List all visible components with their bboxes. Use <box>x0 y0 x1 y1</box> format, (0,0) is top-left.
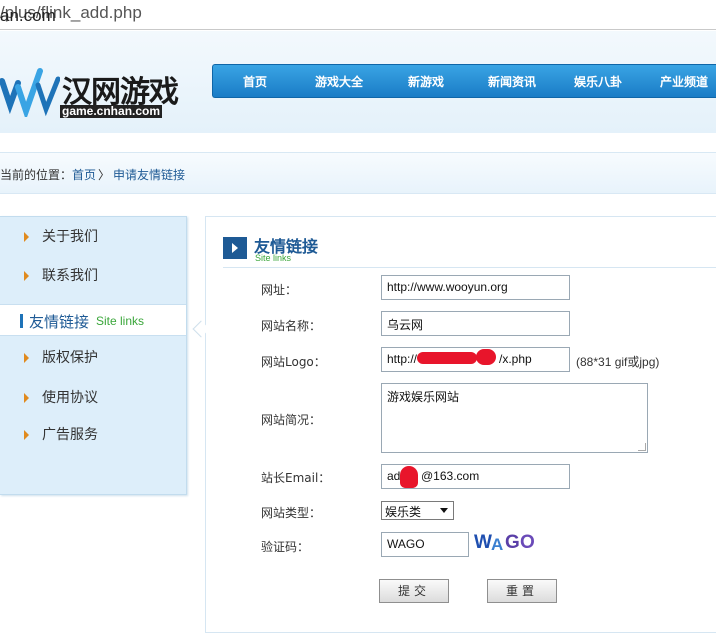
nav-item-industry[interactable]: 产业频道 <box>660 65 708 99</box>
site-header: 汉网游戏 game.cnhan.com 首页 游戏大全 新游戏 新闻资讯 娱乐八… <box>0 31 716 133</box>
sidebar-item-terms[interactable]: 使用协议 <box>0 383 186 413</box>
nav-item-games[interactable]: 游戏大全 <box>315 65 363 99</box>
sidebar-item-links-active[interactable]: 友情链接 Site links <box>0 304 186 336</box>
reset-button[interactable]: 重置 <box>487 579 557 603</box>
logo-domain: game.cnhan.com <box>60 104 163 118</box>
main-nav: 首页 游戏大全 新游戏 新闻资讯 娱乐八卦 产业频道 <box>212 64 716 98</box>
sidebar-item-label: 广告服务 <box>42 427 98 443</box>
captcha-char: O <box>520 532 535 553</box>
captcha-image[interactable]: W A G O <box>474 532 538 556</box>
site-type-label: 网站类型： <box>261 506 322 520</box>
captcha-label: 验证码： <box>261 540 310 554</box>
divider <box>223 267 716 268</box>
breadcrumb-prefix: 当前的位置： <box>0 168 73 182</box>
logo-mark-icon <box>0 68 60 117</box>
description-label: 网站简况： <box>261 413 322 427</box>
sidebar-item-label: 版权保护 <box>42 350 98 366</box>
sidebar-item-contact[interactable]: 联系我们 <box>0 261 186 291</box>
sidebar-item-about[interactable]: 关于我们 <box>0 222 186 252</box>
site-type-value: 娱乐类 <box>385 505 422 519</box>
url-label: 网址： <box>261 283 298 297</box>
logo-label: 网站Logo： <box>261 355 326 369</box>
breadcrumb-separator: 〉 <box>98 168 111 182</box>
sidebar-item-ads[interactable]: 广告服务 <box>0 420 186 450</box>
breadcrumb: 当前的位置： 首页 〉 申请友情链接 <box>0 152 716 194</box>
nav-item-gossip[interactable]: 娱乐八卦 <box>574 65 622 99</box>
arrow-right-icon <box>24 271 29 281</box>
description-text: 游戏娱乐网站 <box>387 390 460 404</box>
logo-url-start: http:// <box>387 352 418 366</box>
nav-item-new-games[interactable]: 新游戏 <box>408 65 444 99</box>
redaction-mark <box>476 349 496 365</box>
nav-item-news[interactable]: 新闻资讯 <box>488 65 536 99</box>
panel-subtitle: Site links <box>255 253 292 263</box>
captcha-char: A <box>491 535 504 554</box>
site-type-select[interactable]: 娱乐类 <box>381 501 454 520</box>
arrow-right-icon <box>24 393 29 403</box>
breadcrumb-home-link[interactable]: 首页 <box>72 166 96 183</box>
submit-button[interactable]: 提交 <box>379 579 449 603</box>
sidebar-active-label-en: Site links <box>96 314 145 328</box>
url-text[interactable]: an.com/plus/flink_add.php <box>0 3 142 25</box>
captcha-char: W <box>474 532 492 553</box>
sidebar-item-label: 关于我们 <box>42 229 98 245</box>
email-end: @163.com <box>421 469 480 483</box>
sidebar-item-copyright[interactable]: 版权保护 <box>0 343 186 373</box>
sidebar-active-label: 友情链接 <box>29 313 90 331</box>
url-input[interactable]: http://www.wooyun.org <box>381 275 570 300</box>
captcha-char: G <box>505 532 520 553</box>
logo-url-end: /x.php <box>499 352 532 366</box>
resize-grip-icon[interactable] <box>638 443 646 451</box>
breadcrumb-current[interactable]: 申请友情链接 <box>113 166 185 183</box>
site-name-input[interactable]: 乌云网 <box>381 311 570 336</box>
arrow-right-icon <box>24 353 29 363</box>
active-marker <box>20 314 23 328</box>
nav-item-home[interactable]: 首页 <box>243 65 267 99</box>
chevron-down-icon <box>440 508 448 513</box>
description-textarea[interactable]: 游戏娱乐网站 <box>381 383 648 453</box>
sidebar: 关于我们 联系我们 友情链接 Site links 版权保护 使用协议 广告服务 <box>0 216 187 495</box>
arrow-right-icon <box>24 430 29 440</box>
logo-size-hint: (88*31 gif或jpg) <box>576 355 660 369</box>
email-label: 站长Email： <box>261 471 331 485</box>
captcha-input[interactable]: WAGO <box>381 532 469 557</box>
sidebar-item-label: 使用协议 <box>42 390 98 406</box>
sidebar-item-label: 联系我们 <box>42 268 98 284</box>
browser-url-bar[interactable]: an.com/plus/flink_add.php <box>0 0 716 30</box>
redaction-mark <box>417 352 477 364</box>
redaction-mark <box>400 466 418 488</box>
site-name-label: 网站名称： <box>261 319 322 333</box>
email-start: ad <box>387 469 401 483</box>
play-icon <box>223 237 247 259</box>
arrow-right-icon <box>24 232 29 242</box>
